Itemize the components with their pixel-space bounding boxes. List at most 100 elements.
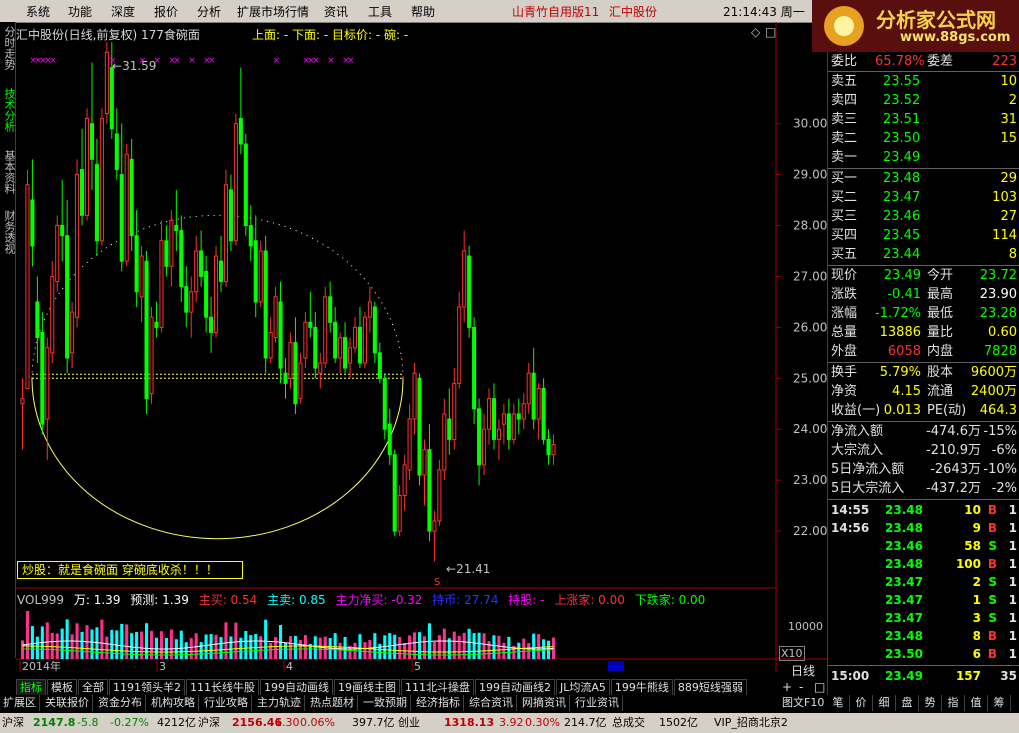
volume-bar [154, 637, 159, 659]
capital-flow-row: 大宗流入 -210.9万 -6% [831, 441, 1019, 460]
bid-row[interactable]: 买五 23.44 8 [831, 245, 1019, 264]
tab-f10[interactable]: 图文F10 [779, 695, 827, 711]
detail-button[interactable]: 细 [873, 695, 896, 711]
tab-formula[interactable]: 1191领头羊2 [109, 679, 185, 695]
ask-row[interactable]: 卖五 23.55 10 [831, 72, 1019, 91]
tick-volume: 9 [972, 521, 981, 535]
menu-quote[interactable]: 报价 [154, 3, 178, 20]
volume-bar [333, 633, 337, 659]
candle-body [65, 235, 70, 359]
tick-detail-button[interactable]: 笔 [827, 695, 850, 711]
tab-formula[interactable]: 199牛熊线 [610, 679, 673, 695]
menu-tools[interactable]: 工具 [368, 3, 392, 20]
expand-button[interactable]: □ [814, 680, 825, 694]
volume-bar [25, 611, 29, 659]
bid-row[interactable]: 买二 23.47 103 [831, 188, 1019, 207]
flow-percent: -15% [983, 424, 1017, 439]
status-item: 总成交 [612, 716, 645, 729]
ask-row[interactable]: 卖一 23.49 [831, 148, 1019, 167]
candle-body [412, 372, 417, 420]
tab-all[interactable]: 全部 [78, 679, 108, 695]
candle-body [184, 286, 189, 313]
signal-x-marker: × [188, 56, 196, 66]
candle-body [40, 331, 45, 425]
bid-row[interactable]: 买一 23.48 29 [831, 169, 1019, 188]
tab-extension[interactable]: 一致预期 [360, 695, 411, 711]
tick-price: 23.47 [885, 593, 923, 607]
tab-extension[interactable]: 行业资讯 [572, 695, 623, 711]
candle-body [278, 301, 283, 369]
status-item: 0.30% [525, 716, 560, 729]
volume-bar [229, 636, 233, 659]
volume-bar [80, 631, 84, 659]
menu-news[interactable]: 资讯 [324, 3, 348, 20]
tab-formula[interactable]: 111北斗操盘 [401, 679, 474, 695]
tab-extension[interactable]: 综合资讯 [466, 695, 517, 711]
bid-label: 买二 [831, 190, 858, 205]
candle-body [298, 362, 303, 400]
x-tick-label: 2014年 [22, 659, 61, 672]
tab-extension[interactable]: 热点题材 [307, 695, 358, 711]
zoom-out-button[interactable]: - [799, 680, 803, 694]
stat-row: 涨幅 -1.72% 最低 23.28 [831, 304, 1019, 323]
tab-extension[interactable]: 资金分布 [95, 695, 146, 711]
tab-template[interactable]: 模板 [47, 679, 77, 695]
bid-price: 23.45 [883, 228, 921, 243]
tab-extension[interactable]: 行业攻略 [201, 695, 252, 711]
order-book-button[interactable]: 盘 [896, 695, 919, 711]
tab-formula[interactable]: 111长线牛股 [186, 679, 259, 695]
tick-row: 15:00 23.49 157 35 [831, 667, 1019, 685]
tab-formula[interactable]: 19画线主图 [334, 679, 400, 695]
stat-value: 23.72 [979, 268, 1017, 283]
tab-formula[interactable]: 199自动画线2 [475, 679, 555, 695]
tab-extension[interactable]: 关联报价 [42, 695, 93, 711]
ask-row[interactable]: 卖三 23.51 31 [831, 110, 1019, 129]
status-item: -0.27% [110, 716, 149, 729]
fund-value: 2400万 [970, 384, 1017, 399]
menu-help[interactable]: 帮助 [411, 3, 435, 20]
volume-bar [413, 632, 417, 659]
index-button[interactable]: 指 [942, 695, 965, 711]
period-label[interactable]: 日线 [791, 662, 815, 679]
menu-depth[interactable]: 深度 [111, 3, 135, 20]
tab-extension[interactable]: 经济指标 [413, 695, 464, 711]
ask-price: 23.55 [883, 74, 921, 89]
tick-count: 1 [1008, 611, 1017, 625]
bid-row[interactable]: 买三 23.46 27 [831, 207, 1019, 226]
candle-body [491, 398, 497, 440]
tab-formula[interactable]: 889短线强弱 [673, 679, 747, 695]
price-table-button[interactable]: 价 [850, 695, 873, 711]
tab-extension[interactable]: 扩展区 [0, 695, 40, 711]
tab-extension[interactable]: 网摘资讯 [519, 695, 570, 711]
tab-extension[interactable]: 主力轨迹 [254, 695, 305, 711]
volume-bar [313, 636, 317, 659]
volume-bar [492, 635, 496, 659]
tab-indicator[interactable]: 指标 [16, 679, 46, 695]
chips-button[interactable]: 筹 [988, 695, 1011, 711]
ask-row[interactable]: 卖四 23.52 2 [831, 91, 1019, 110]
bid-row[interactable]: 买四 23.45 114 [831, 226, 1019, 245]
trend-button[interactable]: 势 [919, 695, 942, 711]
app-title: 山青竹自用版11 [512, 5, 600, 19]
status-item[interactable]: VIP_招商北京2 [714, 713, 788, 733]
menu-extended-market[interactable]: 扩展市场行情 [237, 3, 309, 20]
tick-volume: 1 [972, 593, 981, 607]
status-item: 4212亿 [157, 716, 196, 729]
volume-bar [30, 626, 34, 659]
ask-row[interactable]: 卖二 23.50 15 [831, 129, 1019, 148]
menu-system[interactable]: 系统 [26, 3, 50, 20]
tab-formula[interactable]: JL均流A5 [556, 679, 610, 695]
menu-function[interactable]: 功能 [68, 3, 92, 20]
status-item: 397.7亿 [352, 716, 395, 729]
tick-row: 23.50 6 B 1 [831, 645, 1019, 663]
tab-extension[interactable]: 机构攻略 [148, 695, 199, 711]
vol-item: 下跌家: 0.00 [634, 593, 706, 607]
tab-formula[interactable]: 199自动画线 [260, 679, 333, 695]
candle-body [541, 387, 546, 440]
flow-value: -2643万 [930, 462, 981, 477]
zoom-in-button[interactable]: + [782, 680, 792, 694]
tick-side: B [987, 629, 997, 643]
value-button[interactable]: 值 [965, 695, 988, 711]
stat-label: 最高 [927, 287, 954, 302]
menu-analysis[interactable]: 分析 [197, 3, 221, 20]
